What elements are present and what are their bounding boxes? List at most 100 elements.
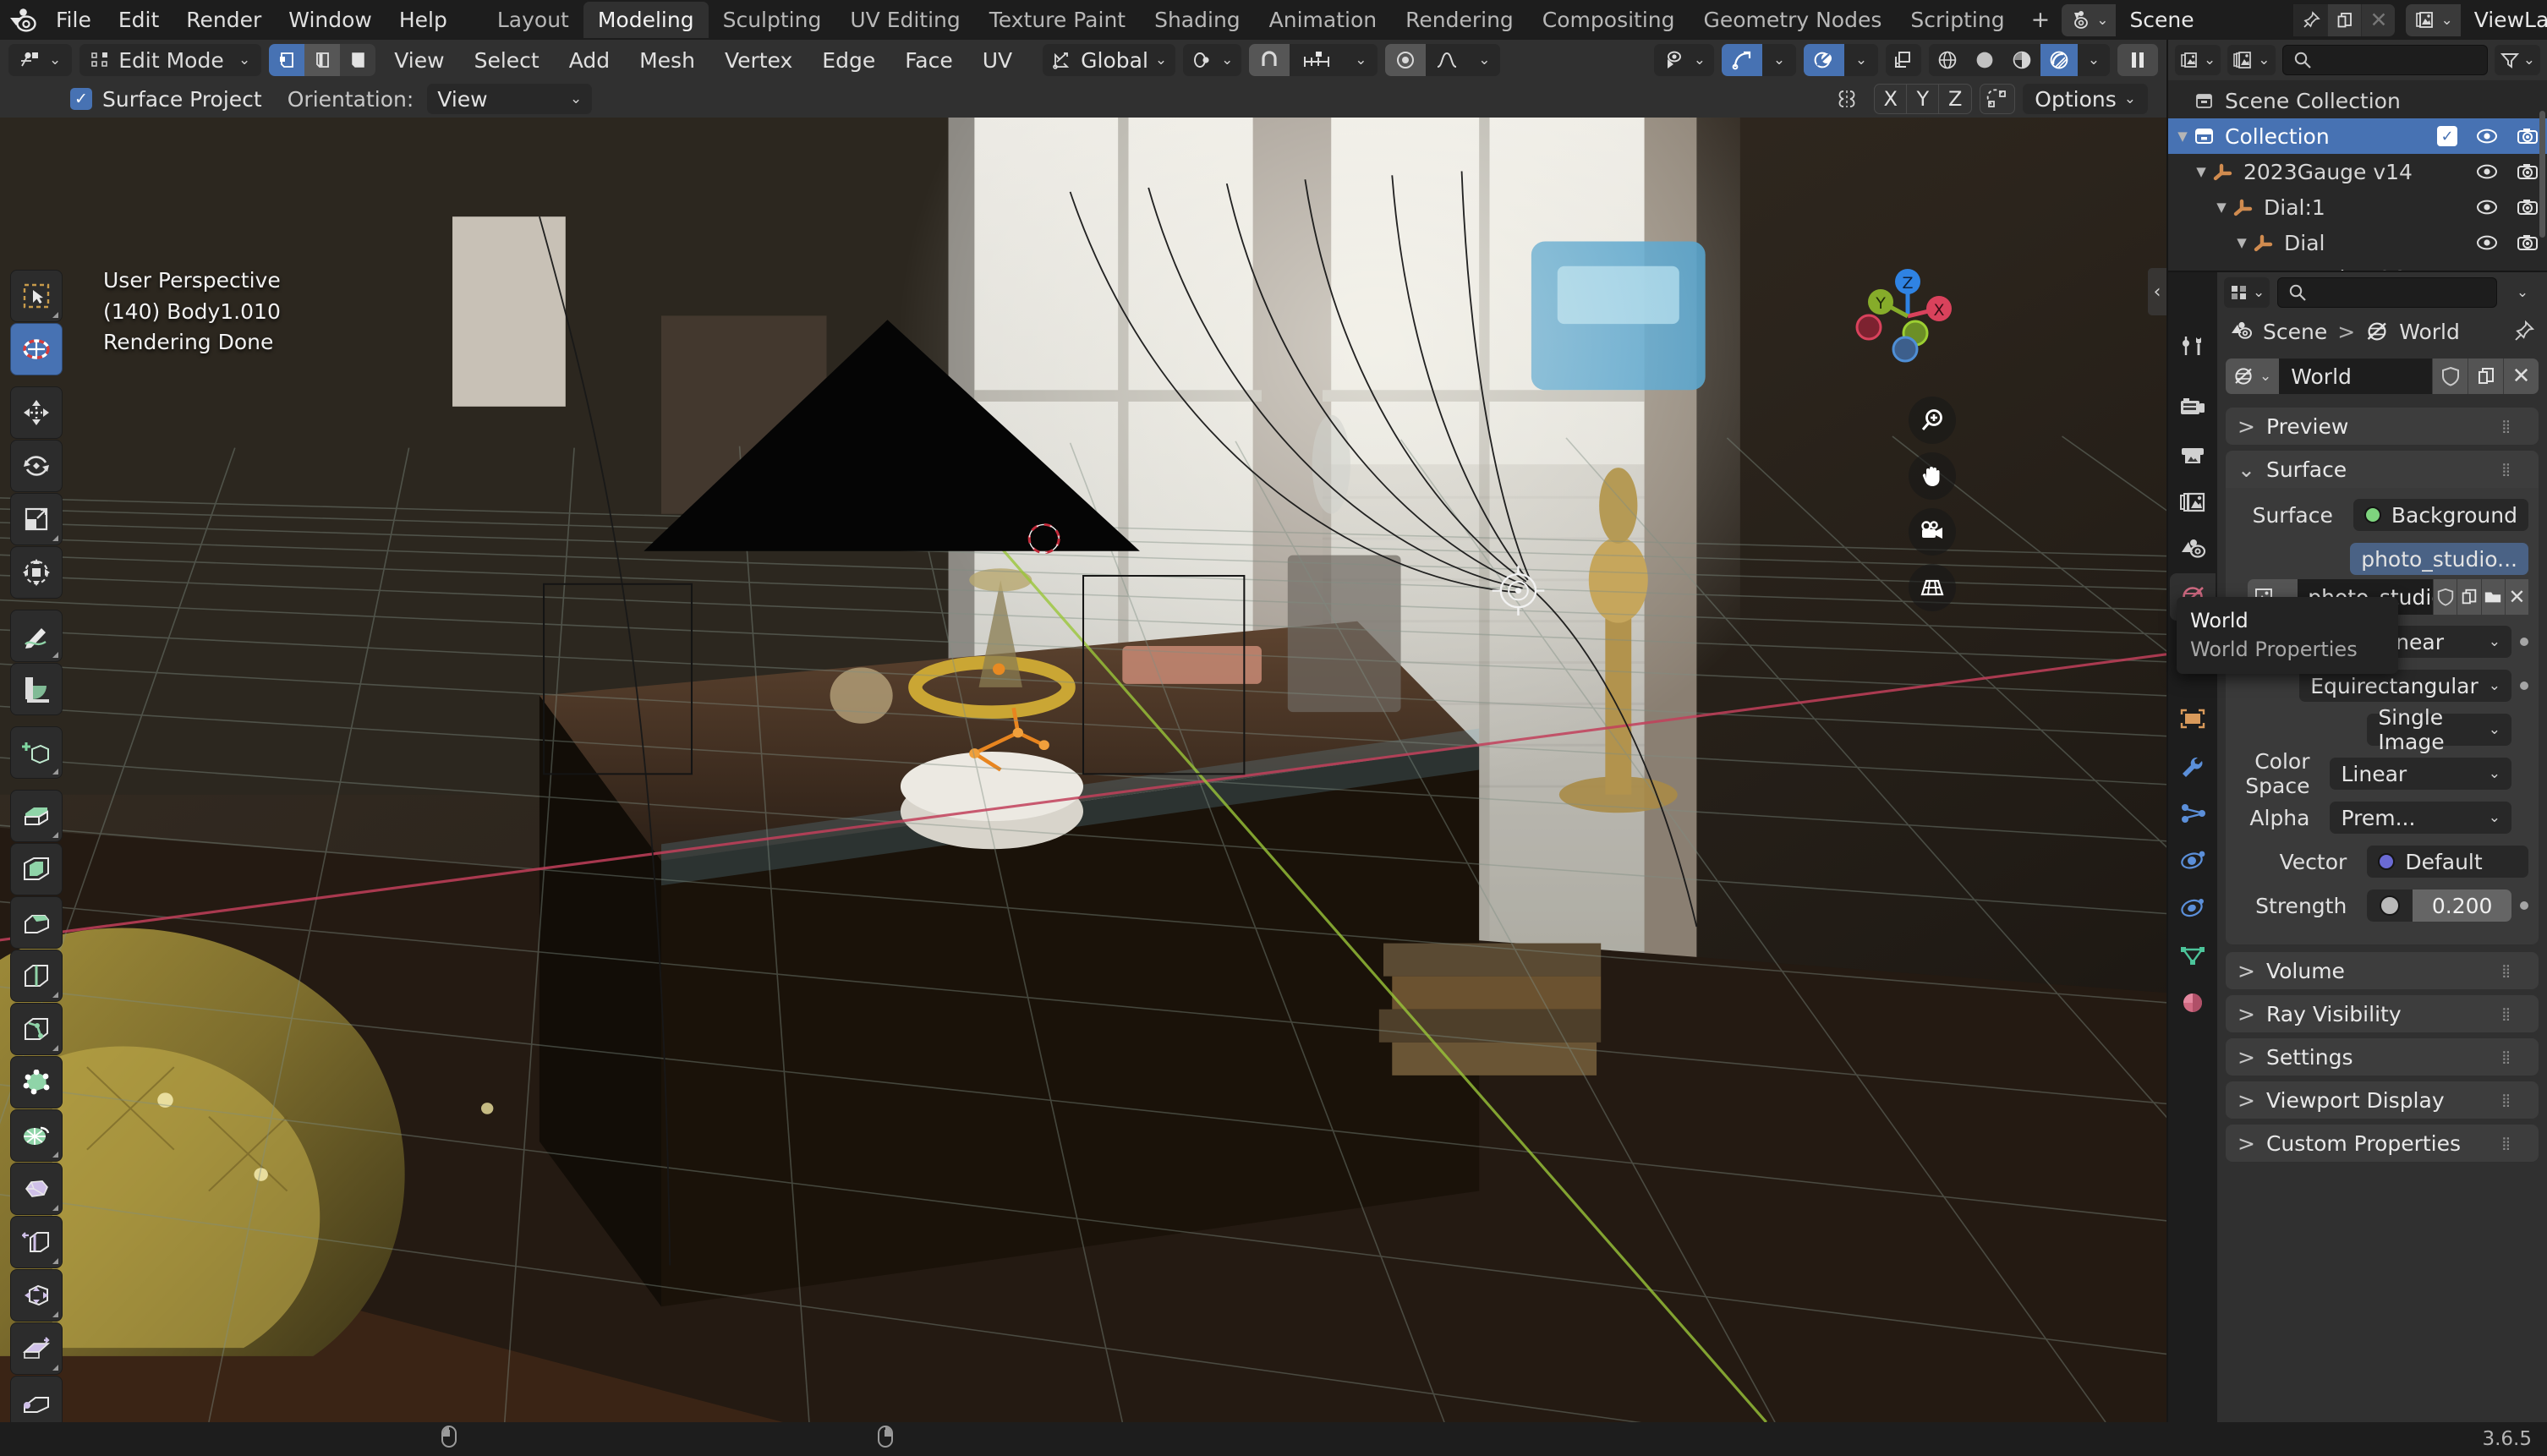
camera-icon[interactable] <box>2517 198 2539 216</box>
gizmo-icon[interactable] <box>1722 44 1762 76</box>
strength-color-swatch[interactable] <box>2367 889 2413 922</box>
viewlayer-icon[interactable]: ⌄ <box>2406 3 2461 36</box>
annotate-tool[interactable] <box>10 610 63 662</box>
loop-cut-tool[interactable] <box>10 950 63 1002</box>
mode-selector[interactable]: Edit Mode ⌄ <box>79 44 262 76</box>
panel-surface[interactable]: ⌄ Surface ⣿ <box>2226 451 2539 488</box>
panel-custom-properties[interactable]: > Custom Properties ⣿ <box>2226 1125 2539 1162</box>
edge-slide-tool[interactable] <box>10 1216 63 1268</box>
falloff-smooth-icon[interactable] <box>1426 44 1469 76</box>
transform-tool[interactable] <box>10 546 63 599</box>
shading-material-icon[interactable] <box>2003 44 2040 76</box>
scene-name[interactable]: Scene <box>2116 3 2294 36</box>
mirror-icon[interactable] <box>1827 88 1866 110</box>
filter-icon[interactable]: ⌄ <box>2494 45 2540 75</box>
menu-edit[interactable]: Edit <box>105 3 173 36</box>
new-scene-icon[interactable] <box>2327 3 2362 36</box>
camera-icon[interactable] <box>2517 269 2539 271</box>
inset-faces-tool[interactable] <box>10 843 63 895</box>
shield-icon[interactable] <box>2433 579 2457 615</box>
projection-dropdown[interactable]: Equirectangular ⌄ <box>2299 670 2511 702</box>
xray-icon[interactable] <box>1886 44 1921 76</box>
browse-world-icon[interactable]: ⌄ <box>2226 359 2280 394</box>
shrink-fatten-tool[interactable] <box>10 1269 63 1322</box>
viewlayer-name[interactable]: ViewLayer <box>2460 3 2547 36</box>
surface-project-checkbox[interactable]: ✓ <box>70 88 92 110</box>
menu-file[interactable]: File <box>42 3 105 36</box>
snap-project-icon[interactable] <box>1980 84 2016 114</box>
output-tab-icon[interactable] <box>2170 431 2216 479</box>
snapping-target-selector[interactable]: ⌄ <box>1183 44 1242 76</box>
unlink-icon[interactable]: ✕ <box>2361 3 2396 36</box>
workspace-tab-sculpting[interactable]: Sculpting <box>709 2 836 38</box>
scene-icon[interactable]: ⌄ <box>2062 3 2117 36</box>
panel-ray-visibility[interactable]: > Ray Visibility ⣿ <box>2226 995 2539 1032</box>
scale-tool[interactable] <box>10 493 63 545</box>
snap-to-selector[interactable] <box>1290 44 1345 76</box>
camera-icon[interactable] <box>2517 233 2539 252</box>
outliner-row-body1[interactable]: ► Body1.0C <box>2168 260 2547 271</box>
physics-tab-icon[interactable] <box>2170 837 2216 884</box>
particles-tab-icon[interactable] <box>2170 790 2216 837</box>
properties-options-icon[interactable]: ⌄ <box>2505 277 2540 308</box>
camera-icon[interactable] <box>2517 127 2539 145</box>
animate-property-dot[interactable] <box>2520 638 2528 646</box>
add-workspace-button[interactable]: + <box>2019 3 2062 37</box>
unlink-world-icon[interactable]: ✕ <box>2503 359 2539 394</box>
workspace-tab-scripting[interactable]: Scripting <box>1896 2 2018 38</box>
source-dropdown[interactable]: Single Image ⌄ <box>2367 705 2511 754</box>
measure-tool[interactable] <box>10 663 63 715</box>
viewport-menu-uv[interactable]: UV <box>972 44 1023 77</box>
viewport-menu-add[interactable]: Add <box>558 44 621 77</box>
add-cube-tool[interactable] <box>10 726 63 779</box>
workspace-tab-shading[interactable]: Shading <box>1140 2 1255 38</box>
viewport-menu-edge[interactable]: Edge <box>811 44 886 77</box>
panel-viewport-display[interactable]: > Viewport Display ⣿ <box>2226 1081 2539 1119</box>
workspace-tab-modeling[interactable]: Modeling <box>583 2 709 38</box>
expand-arrow[interactable]: ▼ <box>2173 129 2192 144</box>
workspace-tab-uv-editing[interactable]: UV Editing <box>835 2 974 38</box>
pause-render-icon[interactable] <box>2117 44 2158 76</box>
menu-render[interactable]: Render <box>173 3 275 36</box>
material-tab-icon[interactable] <box>2170 979 2216 1026</box>
chevron-down-icon[interactable]: ⌄ <box>1344 44 1378 76</box>
orientation-dropdown[interactable]: View ⌄ <box>427 84 593 114</box>
new-world-icon[interactable] <box>2468 359 2503 394</box>
animate-property-dot[interactable] <box>2520 681 2528 690</box>
vertex-select-icon[interactable] <box>269 44 305 76</box>
breadcrumb-scene-label[interactable]: Scene <box>2263 320 2327 344</box>
strength-slider[interactable]: 0.200 <box>2367 889 2511 922</box>
color-space-dropdown[interactable]: Linear ⌄ <box>2330 758 2511 790</box>
chevron-down-icon[interactable]: ⌄ <box>1468 44 1501 76</box>
menu-help[interactable]: Help <box>386 3 461 36</box>
tool-tab-icon[interactable] <box>2170 323 2216 370</box>
eye-icon[interactable] <box>2476 270 2498 271</box>
outliner-row-dial-1[interactable]: ▼ Dial:1 <box>2168 189 2547 225</box>
workspace-tab-geometry-nodes[interactable]: Geometry Nodes <box>1690 2 1897 38</box>
tweak-tool[interactable] <box>10 270 63 322</box>
workspace-tab-texture-paint[interactable]: Texture Paint <box>975 2 1140 38</box>
chevron-down-icon[interactable]: ⌄ <box>1844 44 1878 76</box>
shading-rendered-icon[interactable] <box>2040 44 2078 76</box>
animate-property-dot[interactable] <box>2520 901 2528 910</box>
pin-icon[interactable] <box>2293 3 2327 36</box>
workspace-tab-layout[interactable]: Layout <box>483 2 583 38</box>
shield-icon[interactable] <box>2432 359 2468 394</box>
properties-search-input[interactable] <box>2277 277 2497 308</box>
zoom-icon[interactable] <box>1909 397 1956 444</box>
color-image-field[interactable]: photo_studio... <box>2350 543 2528 575</box>
panel-preview[interactable]: > Preview ⣿ <box>2226 408 2539 445</box>
rotate-tool[interactable] <box>10 440 63 492</box>
proportional-edit-icon[interactable] <box>1385 44 1427 76</box>
smooth-tool[interactable] <box>10 1163 63 1215</box>
cursor-tool[interactable] <box>10 323 63 375</box>
move-tool[interactable] <box>10 386 63 439</box>
expand-arrow[interactable]: ▼ <box>2232 235 2251 250</box>
viewport-menu-face[interactable]: Face <box>894 44 964 77</box>
eye-icon[interactable] <box>2476 163 2498 180</box>
expand-arrow[interactable]: ▼ <box>2192 164 2210 179</box>
editor-type-outliner-icon[interactable]: ⌄ <box>2175 45 2221 75</box>
breadcrumb-world-label[interactable]: World <box>2399 320 2460 344</box>
viewport-menu-mesh[interactable]: Mesh <box>628 44 706 77</box>
transform-orientation-selector[interactable]: Global ⌄ <box>1043 44 1176 76</box>
